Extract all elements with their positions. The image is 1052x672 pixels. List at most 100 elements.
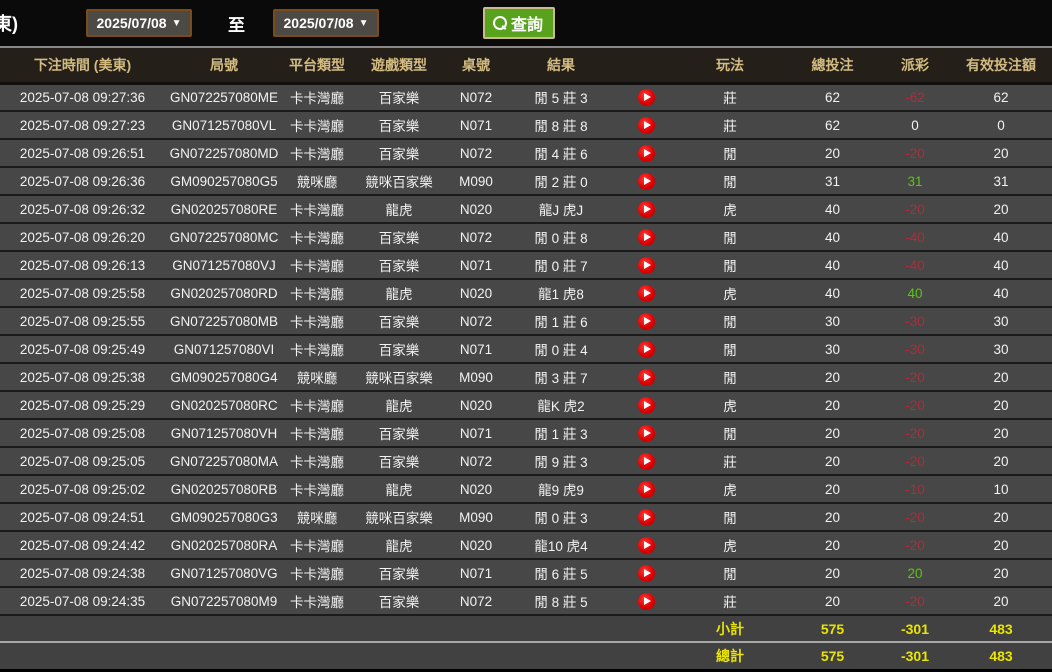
- cell-platform: 競咪廳: [283, 503, 351, 532]
- cell-table-no: N020: [447, 531, 505, 560]
- cell-valid-bet: 0: [950, 111, 1052, 140]
- cell-game-type: 龍虎: [351, 391, 447, 420]
- cell-table-no: N072: [447, 83, 505, 112]
- cell-platform: 卡卡灣廳: [283, 111, 351, 140]
- date-to-value: 2025/07/08: [283, 15, 354, 31]
- play-replay-icon[interactable]: [637, 340, 655, 358]
- cell-game-id: GN071257080VH: [165, 419, 283, 448]
- cell-bet-time: 2025-07-08 09:26:20: [0, 223, 165, 252]
- play-replay-icon[interactable]: [637, 116, 655, 134]
- cell-game-id: GN072257080ME: [165, 83, 283, 112]
- play-replay-icon[interactable]: [637, 368, 655, 386]
- cell-game-id: GN020257080RB: [165, 475, 283, 504]
- cell-replay: [617, 559, 675, 588]
- subtotal-total-bet: 575: [785, 614, 880, 642]
- play-replay-icon[interactable]: [637, 452, 655, 470]
- table-row: 2025-07-08 09:24:42 GN020257080RA 卡卡灣廳 龍虎 N0…: [0, 531, 1052, 560]
- cell-total-bet: 20: [785, 391, 880, 420]
- cell-platform: 卡卡灣廳: [283, 587, 351, 616]
- cell-play-type: 虎: [675, 531, 785, 560]
- cell-platform: 卡卡灣廳: [283, 139, 351, 168]
- cell-valid-bet: 20: [950, 363, 1052, 392]
- play-replay-icon[interactable]: [637, 424, 655, 442]
- play-replay-icon[interactable]: [637, 508, 655, 526]
- total-label: 總計: [675, 641, 785, 669]
- cell-bet-time: 2025-07-08 09:25:08: [0, 419, 165, 448]
- play-replay-icon[interactable]: [637, 564, 655, 582]
- cell-game-type: 競咪百家樂: [351, 503, 447, 532]
- date-from-select[interactable]: 2025/07/08 ▼: [86, 9, 192, 37]
- cell-table-no: N071: [447, 335, 505, 364]
- cell-platform: 卡卡灣廳: [283, 83, 351, 112]
- cell-play-type: 閒: [675, 139, 785, 168]
- cell-platform: 競咪廳: [283, 363, 351, 392]
- cell-table-no: N020: [447, 195, 505, 224]
- play-replay-icon[interactable]: [637, 200, 655, 218]
- cell-play-type: 閒: [675, 251, 785, 280]
- play-replay-icon[interactable]: [637, 172, 655, 190]
- cell-result: 龍J 虎J: [505, 195, 617, 224]
- cell-table-no: N071: [447, 251, 505, 280]
- cell-replay: [617, 531, 675, 560]
- header-game-type: 遊戲類型: [351, 46, 447, 85]
- cell-valid-bet: 31: [950, 167, 1052, 196]
- cell-result: 閒 8 莊 8: [505, 111, 617, 140]
- cell-total-bet: 40: [785, 279, 880, 308]
- table-row: 2025-07-08 09:27:36 GN072257080ME 卡卡灣廳 百家樂 N…: [0, 83, 1052, 112]
- cell-play-type: 閒: [675, 503, 785, 532]
- cell-replay: [617, 503, 675, 532]
- search-button-label: 查詢: [511, 17, 544, 34]
- cell-game-type: 競咪百家樂: [351, 167, 447, 196]
- cell-table-no: N071: [447, 419, 505, 448]
- cell-game-type: 龍虎: [351, 531, 447, 560]
- cell-platform: 卡卡灣廳: [283, 195, 351, 224]
- cell-table-no: M090: [447, 503, 505, 532]
- play-replay-icon[interactable]: [637, 144, 655, 162]
- play-replay-icon[interactable]: [637, 284, 655, 302]
- table-row: 2025-07-08 09:26:32 GN020257080RE 卡卡灣廳 龍虎 N0…: [0, 195, 1052, 224]
- play-replay-icon[interactable]: [637, 396, 655, 414]
- date-from-value: 2025/07/08: [96, 15, 167, 31]
- cell-payout: -62: [880, 83, 950, 112]
- cell-valid-bet: 20: [950, 559, 1052, 588]
- search-button[interactable]: 查詢: [483, 7, 556, 39]
- table-row: 2025-07-08 09:26:51 GN072257080MD 卡卡灣廳 百家樂 N…: [0, 139, 1052, 168]
- play-replay-icon[interactable]: [637, 256, 655, 274]
- cell-game-id: GN020257080RD: [165, 279, 283, 308]
- search-icon: [493, 16, 507, 30]
- cell-payout: -40: [880, 251, 950, 280]
- cell-game-id: GM090257080G4: [165, 363, 283, 392]
- table-row: 2025-07-08 09:24:38 GN071257080VG 卡卡灣廳 百家樂 N…: [0, 559, 1052, 588]
- play-replay-icon[interactable]: [637, 312, 655, 330]
- date-to-select[interactable]: 2025/07/08 ▼: [273, 9, 379, 37]
- table-row: 2025-07-08 09:26:20 GN072257080MC 卡卡灣廳 百家樂 N…: [0, 223, 1052, 252]
- cell-bet-time: 2025-07-08 09:25:55: [0, 307, 165, 336]
- cell-payout: 40: [880, 279, 950, 308]
- cell-play-type: 莊: [675, 111, 785, 140]
- cell-total-bet: 30: [785, 335, 880, 364]
- cell-result: 龍1 虎8: [505, 279, 617, 308]
- cell-game-id: GN020257080RA: [165, 531, 283, 560]
- cell-valid-bet: 40: [950, 279, 1052, 308]
- cell-game-type: 百家樂: [351, 223, 447, 252]
- cell-game-id: GN072257080MA: [165, 447, 283, 476]
- header-payout: 派彩: [880, 46, 950, 85]
- cell-play-type: 莊: [675, 83, 785, 112]
- play-replay-icon[interactable]: [637, 480, 655, 498]
- cell-replay: [617, 447, 675, 476]
- play-replay-icon[interactable]: [637, 88, 655, 106]
- cell-replay: [617, 195, 675, 224]
- cell-play-type: 莊: [675, 447, 785, 476]
- header-table-no: 桌號: [447, 46, 505, 85]
- cell-valid-bet: 20: [950, 587, 1052, 616]
- cell-table-no: N071: [447, 559, 505, 588]
- cell-platform: 卡卡灣廳: [283, 419, 351, 448]
- cell-bet-time: 2025-07-08 09:27:23: [0, 111, 165, 140]
- play-replay-icon[interactable]: [637, 592, 655, 610]
- play-replay-icon[interactable]: [637, 228, 655, 246]
- cell-payout: -20: [880, 419, 950, 448]
- bet-history-table: 下注時間 (美東) 局號 平台類型 遊戲類型 桌號 結果 玩法 總投注 派彩 有…: [0, 46, 1052, 669]
- cell-game-type: 龍虎: [351, 475, 447, 504]
- play-replay-icon[interactable]: [637, 536, 655, 554]
- chevron-down-icon: ▼: [171, 17, 182, 29]
